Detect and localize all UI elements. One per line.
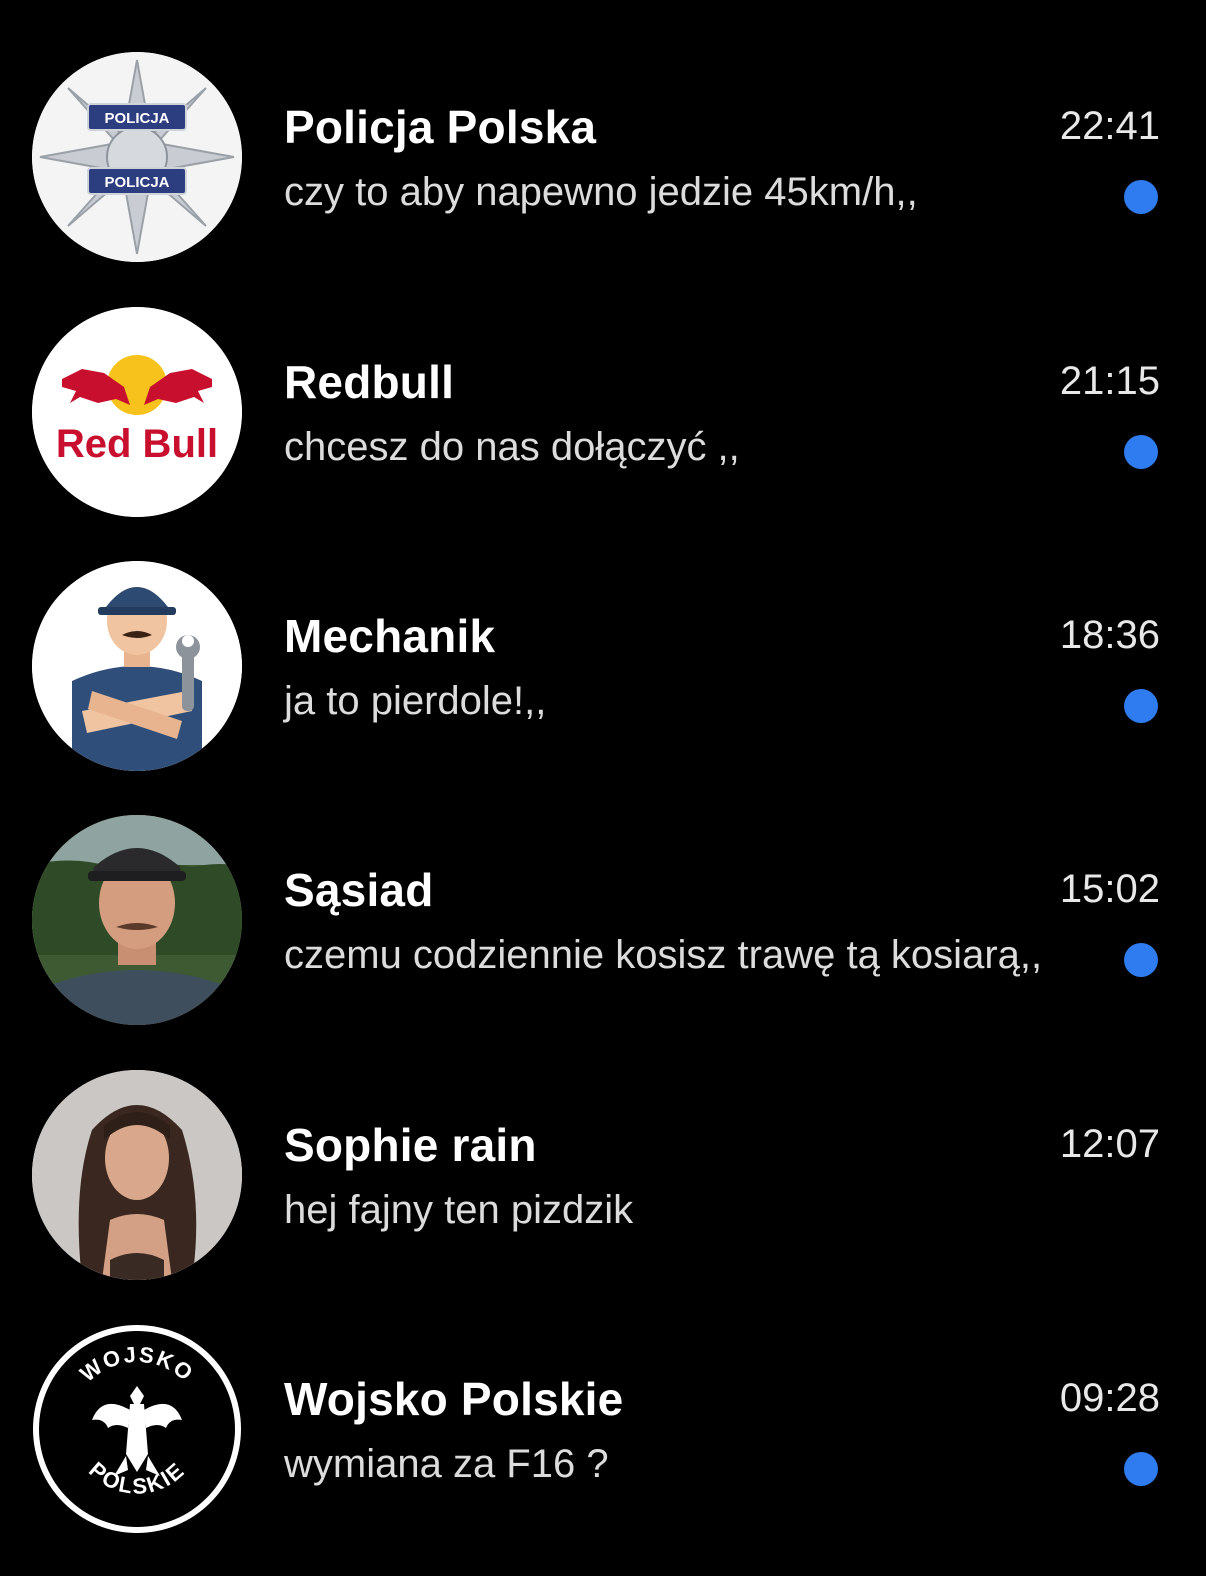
- badge-text-top: POLICJA: [104, 110, 169, 127]
- contact-name: Policja Polska: [284, 101, 597, 153]
- badge-text-bottom: POLICJA: [104, 174, 169, 191]
- unread-dot-icon: [1124, 180, 1158, 214]
- avatar[interactable]: WOJSKO POLSKIE: [32, 1324, 242, 1534]
- avatar[interactable]: Red Bull: [32, 307, 242, 517]
- unread-dot-icon: [1124, 435, 1158, 469]
- unread-dot-icon: [1124, 1452, 1158, 1486]
- contact-name: Wojsko Polskie: [284, 1373, 624, 1425]
- message-preview: chcesz do nas dołączyć ,,: [284, 425, 740, 469]
- avatar[interactable]: [32, 1070, 242, 1280]
- chat-row-sasiad[interactable]: Sąsiad 15:02 czemu codziennie kosisz tra…: [0, 815, 1206, 1055]
- contact-name: Mechanik: [284, 610, 496, 662]
- redbull-wordmark: Red Bull: [56, 422, 218, 466]
- message-time: 09:28: [1059, 1376, 1160, 1420]
- chat-row-sophie-rain[interactable]: Sophie rain 12:07 hej fajny ten pizdzik: [0, 1070, 1206, 1310]
- message-time: 15:02: [1059, 867, 1160, 911]
- contact-name: Redbull: [284, 356, 455, 408]
- chat-row-policja-polska[interactable]: POLICJA POLICJA Policja Polska 22:41 czy…: [0, 52, 1206, 292]
- message-preview: czy to aby napewno jedzie 45km/h,,: [284, 170, 918, 214]
- message-time: 12:07: [1059, 1122, 1160, 1166]
- message-time: 21:15: [1059, 359, 1160, 403]
- chat-row-mechanik[interactable]: Mechanik 18:36 ja to pierdole!,,: [0, 561, 1206, 801]
- contact-name: Sophie rain: [284, 1119, 537, 1171]
- avatar[interactable]: [32, 561, 242, 771]
- mechanic-illustration-icon: [32, 561, 242, 771]
- chat-list: POLICJA POLICJA Policja Polska 22:41 czy…: [0, 0, 1206, 1576]
- avatar[interactable]: [32, 815, 242, 1025]
- avatar[interactable]: POLICJA POLICJA: [32, 52, 242, 262]
- eagle-emblem-icon: WOJSKO POLSKIE: [33, 1325, 241, 1533]
- message-preview: hej fajny ten pizdzik: [284, 1188, 634, 1232]
- message-preview: wymiana za F16 ?: [284, 1442, 609, 1486]
- woman-photo-icon: [32, 1070, 242, 1280]
- message-preview: czemu codziennie kosisz trawę tą kosiarą…: [284, 933, 1043, 977]
- message-preview: ja to pierdole!,,: [284, 679, 547, 723]
- neighbor-photo-icon: [32, 815, 242, 1025]
- contact-name: Sąsiad: [284, 864, 434, 916]
- message-time: 22:41: [1059, 104, 1160, 148]
- unread-dot-icon: [1124, 943, 1158, 977]
- chat-row-wojsko-polskie[interactable]: WOJSKO POLSKIE Wojsko Polskie 09:28 wymi…: [0, 1324, 1206, 1564]
- unread-dot-icon: [1124, 689, 1158, 723]
- chat-row-redbull[interactable]: Red Bull Redbull 21:15 chcesz do nas doł…: [0, 307, 1206, 547]
- message-time: 18:36: [1059, 613, 1160, 657]
- police-badge-icon: POLICJA POLICJA: [32, 52, 242, 262]
- redbull-logo-icon: Red Bull: [32, 307, 242, 517]
